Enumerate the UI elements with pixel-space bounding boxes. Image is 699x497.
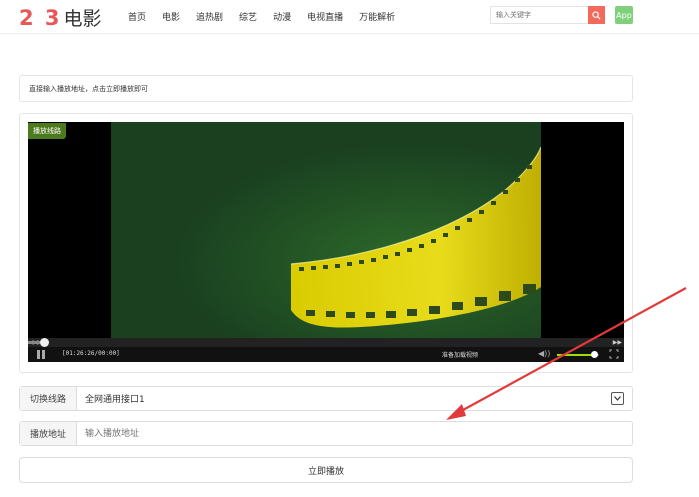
- film-strip-image: [111, 122, 541, 338]
- video-player[interactable]: 播放线路 ◀◀ ▶▶ [01:26:26/00:00] 准备加载视频 ◀)): [28, 122, 624, 362]
- player-controls: [01:26:26/00:00] 准备加载视频 ◀)): [28, 347, 624, 362]
- nav-item-movies[interactable]: 电影: [162, 10, 180, 23]
- volume-slider[interactable]: [557, 351, 599, 358]
- chevron-down-icon[interactable]: [611, 392, 624, 405]
- nav-item-anime[interactable]: 动漫: [273, 10, 291, 23]
- pause-icon[interactable]: [37, 350, 46, 359]
- logo-text: 电影: [63, 8, 102, 30]
- nav-item-variety[interactable]: 综艺: [239, 10, 257, 23]
- app-button[interactable]: App: [615, 6, 633, 24]
- instruction-notice: 直接输入播放地址，点击立即播放即可: [19, 75, 633, 102]
- progress-fill: [28, 341, 40, 344]
- nav-item-home[interactable]: 首页: [128, 10, 146, 23]
- search-input[interactable]: [490, 6, 588, 24]
- progress-knob[interactable]: [40, 338, 49, 347]
- nav-item-live-tv[interactable]: 电视直播: [307, 10, 343, 23]
- logo-number: 2 3: [19, 6, 62, 30]
- nav-item-dramas[interactable]: 追热剧: [196, 10, 223, 23]
- search-bar: [490, 6, 605, 24]
- main-nav: 首页 电影 追热剧 综艺 动漫 电视直播 万能解析: [128, 0, 411, 32]
- progress-bar[interactable]: ◀◀ ▶▶: [28, 338, 624, 347]
- url-row: 播放地址: [19, 421, 633, 446]
- top-navbar: 2 3 电影 首页 电影 追热剧 综艺 动漫 电视直播 万能解析 App: [0, 0, 699, 34]
- volume-knob[interactable]: [590, 351, 598, 358]
- line-select-row: 切换线路 全网通用接口1: [19, 386, 633, 411]
- play-now-button[interactable]: 立即播放: [19, 457, 633, 483]
- url-input[interactable]: [77, 422, 632, 445]
- video-frame[interactable]: [111, 122, 541, 338]
- player-container: 播放线路 ◀◀ ▶▶ [01:26:26/00:00] 准备加载视频 ◀)): [19, 113, 633, 373]
- forward-icon[interactable]: ▶▶: [613, 339, 622, 346]
- nav-item-parser[interactable]: 万能解析: [359, 10, 395, 23]
- notice-text: 直接输入播放地址，点击立即播放即可: [29, 84, 148, 93]
- search-button[interactable]: [588, 6, 605, 24]
- time-display: [01:26:26/00:00]: [62, 350, 120, 357]
- load-status: 准备加载视频: [442, 352, 479, 359]
- site-logo[interactable]: 2 3 电影: [19, 4, 102, 30]
- volume-fill: [557, 354, 594, 356]
- url-label: 播放地址: [20, 422, 77, 445]
- line-label: 切换线路: [20, 387, 77, 410]
- fullscreen-icon[interactable]: [609, 349, 619, 359]
- line-select[interactable]: 全网通用接口1: [77, 387, 632, 410]
- search-icon: [592, 10, 601, 20]
- line-badge: 播放线路: [28, 123, 66, 139]
- volume-icon[interactable]: ◀)): [538, 349, 550, 358]
